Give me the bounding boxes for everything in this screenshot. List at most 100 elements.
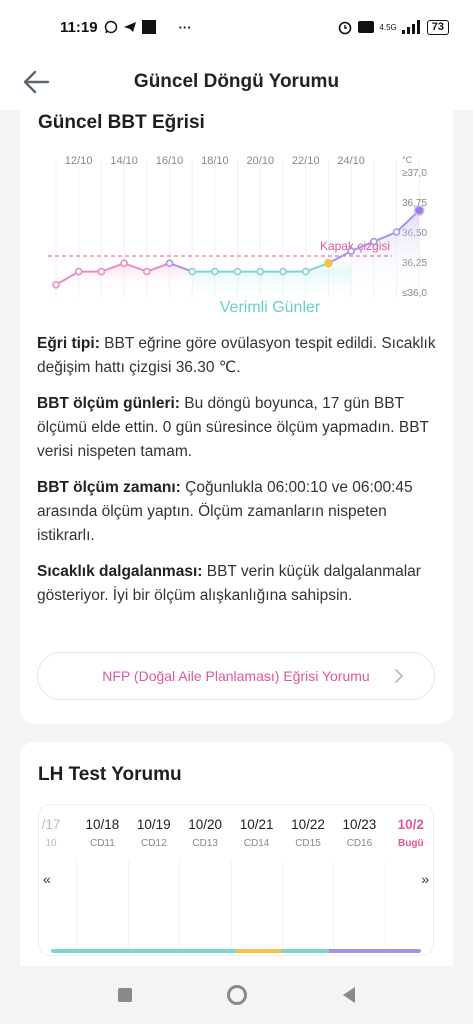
cycle-phase-bar [51,949,421,953]
measurement-days-label: BBT ölçüm günleri: [37,395,180,412]
lh-cycle-day: CD15 [295,838,321,849]
lh-day-column[interactable]: 10/2 Bugü [385,817,433,849]
page-title: Güncel Döngü Yorumu [133,71,340,92]
bbt-card: Güncel BBT Eğrisi 12/10 14/10 16/10 18/10 20… [20,96,453,724]
bbt-data-point [347,247,355,255]
home-button[interactable] [222,980,252,1010]
lh-day-column[interactable]: 10/22 CD15 [282,817,334,849]
lh-day-date: 10/23 [342,817,377,832]
bbt-data-point [301,267,310,276]
lh-grid-line [230,861,232,947]
curve-type-paragraph: Eğri tipi: BBT eğrine göre ovülasyon tes… [37,332,437,380]
system-navigation-bar [0,966,473,1024]
lh-cycle-day: CD13 [192,838,218,849]
nfp-interpretation-button[interactable]: NFP (Doğal Aile Planlaması) Eğrisi Yorum… [37,652,435,700]
bbt-data-point [165,259,174,267]
lh-grid-line [282,861,283,947]
cover-line-label: Kapak çizgisi [320,239,390,253]
lh-day-date: 10/18 [85,817,120,832]
whatsapp-icon [104,20,117,34]
lh-card: LH Test Yorumu /17 10 10/18 CD11 10/19 CD12 10… [20,742,453,982]
lh-cycle-day: Bugü [398,838,424,849]
lh-day-column[interactable]: 10/23 CD16 [333,817,385,849]
app-notification-icon [141,20,156,34]
telegram-icon [123,22,136,32]
lh-grid-line [333,861,335,947]
chevron-right-icon [395,669,404,683]
lh-day-column[interactable]: 10/21 CD14 [231,817,283,849]
status-time: 11:19 [60,18,98,36]
bbt-data-point [52,281,60,289]
previous-page-button[interactable]: « [43,871,51,887]
circle-icon [226,985,247,1005]
lh-calendar-strip[interactable]: /17 10 10/18 CD11 10/19 CD12 10/20 CD13 10/21 CD1… [38,804,434,956]
curve-type-label: Eğri tipi: [37,335,100,352]
measurement-time-label: BBT ölçüm zamanı: [37,479,181,496]
bbt-data-point [279,267,287,276]
back-button[interactable] [18,64,54,100]
bbt-data-point [74,267,83,276]
back-nav-button[interactable] [334,980,364,1010]
lh-grid [39,861,433,947]
more-notifications-icon: ··· [178,19,192,35]
square-icon [117,988,132,1002]
menstrual-area [56,263,193,292]
y-tick-label: ≥37,0 [402,168,427,179]
bbt-data-point [143,267,151,276]
nfp-button-label: NFP (Doğal Aile Planlaması) Eğrisi Yorum… [102,668,370,684]
bbt-summary: Eğri tipi: BBT eğrine göre ovülasyon tes… [37,332,437,620]
x-tick-label: 18/10 [201,155,229,167]
lh-day-column[interactable]: 10/18 CD11 [76,817,128,849]
alarm-icon [339,21,352,35]
status-bar: 11:19 ··· 4.5G 73 [0,0,473,54]
bbt-data-point [369,237,378,246]
lh-day-date: 10/21 [239,817,274,832]
next-page-button[interactable]: » [421,871,429,887]
fertile-days-label: Verimli Günler [220,299,321,316]
bbt-data-point [97,267,106,276]
bbt-section-title: Güncel BBT Eğrisi [38,112,205,133]
lh-cycle-day: 10 [45,838,57,849]
x-tick-label: 14/10 [110,155,138,167]
volte-icon [358,21,375,33]
lh-day-date: 10/20 [188,817,223,832]
lh-cycle-day: CD12 [141,838,167,849]
lh-cycle-day: CD14 [243,838,270,849]
lh-grid-line [76,861,78,947]
bbt-data-point [188,267,196,276]
bbt-data-point [233,267,242,276]
lh-grid-line [127,861,129,947]
network-type: 4.5G [379,22,397,32]
temperature-fluctuation-paragraph: Sıcaklık dalgalanması: BBT verin küçük d… [37,560,437,608]
temperature-fluctuation-label: Sıcaklık dalgalanması: [37,563,203,580]
lh-day-column[interactable]: 10/20 CD13 [179,817,231,849]
x-tick-label: 20/10 [247,155,275,167]
x-tick-label: 12/10 [65,155,93,167]
y-tick-label: 36,75 [402,198,427,209]
x-tick-label: 16/10 [156,155,184,167]
lh-day-date: 10/22 [291,817,325,832]
back-arrow-icon [23,70,50,94]
measurement-days-paragraph: BBT ölçüm günleri: Bu döngü boyunca, 17 … [37,392,437,464]
x-tick-label: 24/10 [337,155,365,167]
lh-day-column[interactable]: /17 10 [39,817,77,849]
lh-day-column[interactable]: 10/19 CD12 [128,817,180,849]
signal-icon [401,20,420,34]
bbt-data-point [413,205,425,216]
triangle-back-icon [342,987,355,1003]
lh-grid-line [384,861,386,947]
recent-apps-button[interactable] [110,980,140,1010]
bbt-data-point [120,259,128,267]
bbt-data-point [211,267,219,276]
bbt-data-point [324,258,333,268]
unit-label: °C [402,155,413,165]
bbt-chart: 12/10 14/10 16/10 18/10 20/10 22/10 24/10 °C ≥37… [48,155,427,316]
x-tick-label: 22/10 [292,155,320,167]
lh-day-date: 10/19 [136,817,171,832]
bbt-data-point [392,228,401,236]
lh-day-date: 10/2 [397,817,424,832]
lh-grid-line [179,861,181,947]
lh-cycle-day: CD11 [89,838,115,849]
lh-section-title: LH Test Yorumu [38,764,182,785]
lh-day-date: /17 [41,817,61,832]
